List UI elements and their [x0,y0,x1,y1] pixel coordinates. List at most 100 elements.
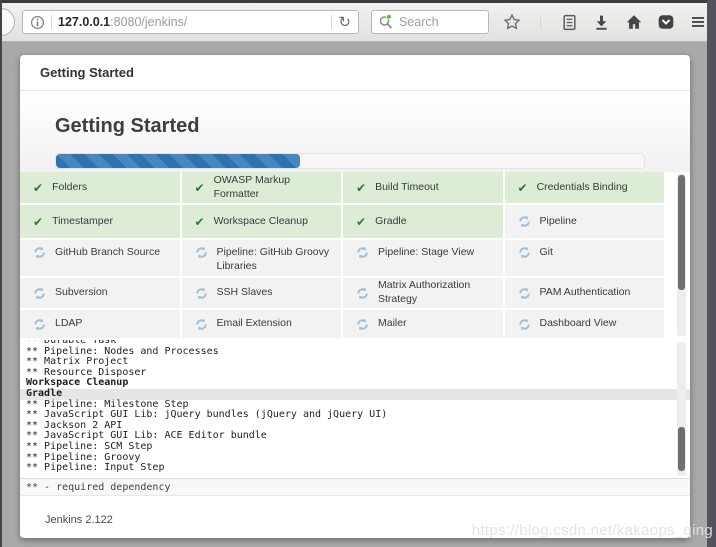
plugin-label: Email Extension [217,317,292,331]
log-line: ** Pipeline: Input Step [26,463,666,474]
plugin-label: SSH Slaves [217,286,273,300]
toolbar-buttons [502,13,707,32]
spinner-icon [33,318,46,331]
plugin-row: Subversion SSH Slaves Matrix Authorizati… [20,278,666,308]
plugin-grid: ✔ Folders ✔ OWASP Markup Formatter ✔ Build Ti… [20,172,690,338]
plugin-row: ✔ Folders ✔ OWASP Markup Formatter ✔ Build Ti… [20,172,666,203]
install-progress-bar [55,153,645,169]
plugin-cell-pending: Email Extension [182,310,342,338]
spinner-icon [195,318,208,331]
spinner-icon [356,318,369,331]
check-icon: ✔ [195,216,205,228]
search-icon[interactable] [378,14,394,30]
plugin-label: OWASP Markup Formatter [214,174,333,201]
plugin-label: PAM Authentication [540,286,631,300]
check-icon: ✔ [356,216,366,228]
plugin-cell-pending: Subversion [20,278,180,308]
plugin-cell-pending: Pipeline: Stage View [343,240,503,276]
reload-button[interactable]: ↻ [338,15,351,30]
plugin-cell-pending: Git [505,240,665,276]
spinner-icon [195,287,208,300]
log-line: Workspace Cleanup [26,378,666,389]
plugin-cell-done: ✔ Build Timeout [343,172,503,203]
window-border-left [0,0,2,547]
plugin-row: LDAP Email Extension Mailer Dashboard Vi… [20,310,666,338]
plugin-label: Gradle [375,215,407,229]
grid-scrollbar-thumb[interactable] [678,175,685,290]
plugin-label: Folders [52,181,87,195]
plugin-label: Pipeline: Stage View [378,246,474,260]
plugin-cell-done: ✔ Gradle [343,205,503,238]
plugin-cell-pending: PAM Authentication [505,278,665,308]
spinner-icon [518,246,531,259]
plugin-cell-done: ✔ OWASP Markup Formatter [182,172,342,203]
plugin-cell-pending: Pipeline: GitHub Groovy Libraries [182,240,342,276]
spinner-icon [33,246,46,259]
menu-icon[interactable] [688,13,707,32]
plugin-label: Git [540,246,553,260]
spinner-icon [356,287,369,300]
pocket-icon[interactable] [656,13,675,32]
spinner-icon [195,246,208,259]
check-icon: ✔ [33,216,43,228]
spinner-icon [33,287,46,300]
browser-toolbar: 127.0.0.1 :8080/jenkins/ ↻ Search [2,3,707,42]
check-icon: ✔ [33,182,43,194]
plugin-label: Pipeline [540,215,577,229]
log-line: ** Pipeline: SCM Step [26,442,666,453]
bookmark-star-button[interactable] [502,13,521,32]
check-icon: ✔ [195,182,205,194]
setup-wizard-dialog: Getting Started Getting Started ✔Folders… [20,55,690,538]
window-border-right [707,0,716,547]
site-info-icon[interactable] [30,15,45,30]
plugin-label: GitHub Branch Source [55,246,160,260]
plugin-cell-pending: Pipeline [505,205,665,238]
plugin-cell-pending: Dashboard View [505,310,665,338]
home-icon[interactable] [624,13,643,32]
spinner-icon [356,246,369,259]
log-line: ** JavaScript GUI Lib: jQuery bundles (j… [26,410,666,421]
plugin-cell-pending: Mailer [343,310,503,338]
plugin-cell-pending: LDAP [20,310,180,338]
log-scrollbar-thumb[interactable] [678,427,685,471]
plugin-cell-done: ✔ Folders [20,172,180,203]
check-icon: ✔ [356,182,366,194]
check-icon: ✔ [518,182,528,194]
plugin-label: Mailer [378,317,407,331]
plugin-cell-done: ✔ Timestamper [20,205,180,238]
plugin-label: Build Timeout [375,181,439,195]
grid-scrollbar[interactable] [677,174,686,336]
plugin-label: Dashboard View [540,317,617,331]
url-divider [331,15,332,29]
spinner-icon [518,215,531,228]
plugin-cell-done: ✔ Credentials Binding [505,172,665,203]
plugin-row: ✔ Timestamper ✔ Workspace Cleanup ✔ Gradle Pi… [20,205,666,238]
plugin-label: Credentials Binding [537,181,628,195]
log-scrollbar[interactable] [677,342,686,476]
install-log: ** Durable Task** Pipeline: Nodes and Pr… [20,340,690,478]
bookmarks-sidebar-icon[interactable] [560,13,579,32]
back-button[interactable] [0,8,15,36]
getting-started-panel: Getting Started [20,91,690,172]
firefox-window: 127.0.0.1 :8080/jenkins/ ↻ Search [0,0,716,547]
log-line: Gradle [20,389,690,400]
spinner-icon [518,287,531,300]
url-host: 127.0.0.1 [58,15,110,29]
watermark: https://blog.csdn.net/kakaops_qing [472,522,713,539]
search-bar[interactable]: Search [371,10,489,34]
plugin-label: Workspace Cleanup [214,215,308,229]
dependency-footnote: ** - required dependency [20,478,690,496]
progress-fill [56,154,300,168]
url-path: :8080/jenkins/ [110,15,187,29]
plugin-cell-pending: GitHub Branch Source [20,240,180,276]
page-title: Getting Started [20,91,690,138]
window-border-top [0,0,716,3]
plugin-label: Timestamper [52,215,113,229]
url-bar[interactable]: 127.0.0.1 :8080/jenkins/ ↻ [22,10,359,34]
plugin-label: Subversion [55,286,108,300]
plugin-cell-pending: SSH Slaves [182,278,342,308]
plugin-label: LDAP [55,317,82,331]
log-lines: ** Durable Task** Pipeline: Nodes and Pr… [20,340,690,474]
downloads-icon[interactable] [592,13,611,32]
toolbar-divider [540,15,541,29]
